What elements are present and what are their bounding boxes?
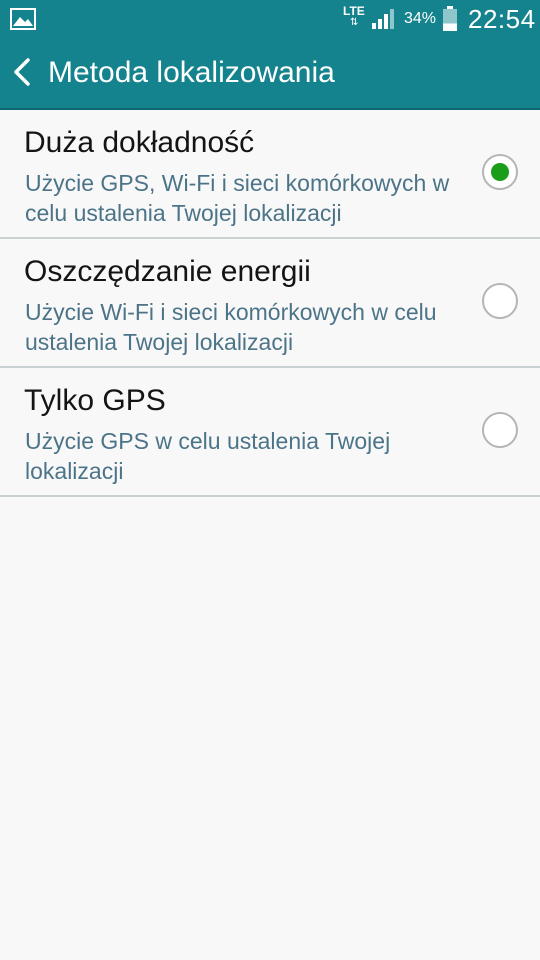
- gallery-icon: [10, 8, 36, 30]
- radio-dot: [491, 163, 509, 181]
- radio-button[interactable]: [482, 154, 518, 190]
- location-method-list: Duża dokładność Użycie GPS, Wi-Fi i siec…: [0, 110, 540, 497]
- battery-percent: 34%: [404, 10, 437, 27]
- option-battery-saving[interactable]: Oszczędzanie energii Użycie Wi-Fi i siec…: [0, 239, 540, 368]
- option-gps-only[interactable]: Tylko GPS Użycie GPS w celu ustalenia Tw…: [0, 368, 540, 497]
- battery-icon: [443, 6, 457, 31]
- network-type-label: LTE: [343, 4, 365, 18]
- app-bar: Metoda lokalizowania: [0, 38, 540, 110]
- option-title: Oszczędzanie energii: [24, 255, 311, 288]
- chevron-left-icon[interactable]: [8, 52, 38, 92]
- signal-strength-icon: [372, 9, 394, 29]
- option-description: Użycie Wi-Fi i sieci komórkowych w celu …: [25, 299, 437, 355]
- status-clock: 22:54: [468, 4, 536, 34]
- status-bar: LTE ⇅ 34% 22:54: [0, 0, 540, 38]
- radio-button[interactable]: [482, 283, 518, 319]
- radio-button[interactable]: [482, 412, 518, 448]
- option-title: Duża dokładność: [24, 126, 255, 159]
- page-title: Metoda lokalizowania: [48, 56, 335, 89]
- option-high-accuracy[interactable]: Duża dokładność Użycie GPS, Wi-Fi i siec…: [0, 110, 540, 239]
- data-activity-icon: ⇅: [350, 17, 359, 28]
- option-description: Użycie GPS, Wi-Fi i sieci komórkowych w …: [25, 170, 450, 226]
- option-title: Tylko GPS: [24, 384, 166, 417]
- option-description: Użycie GPS w celu ustalenia Twojej lokal…: [25, 428, 391, 484]
